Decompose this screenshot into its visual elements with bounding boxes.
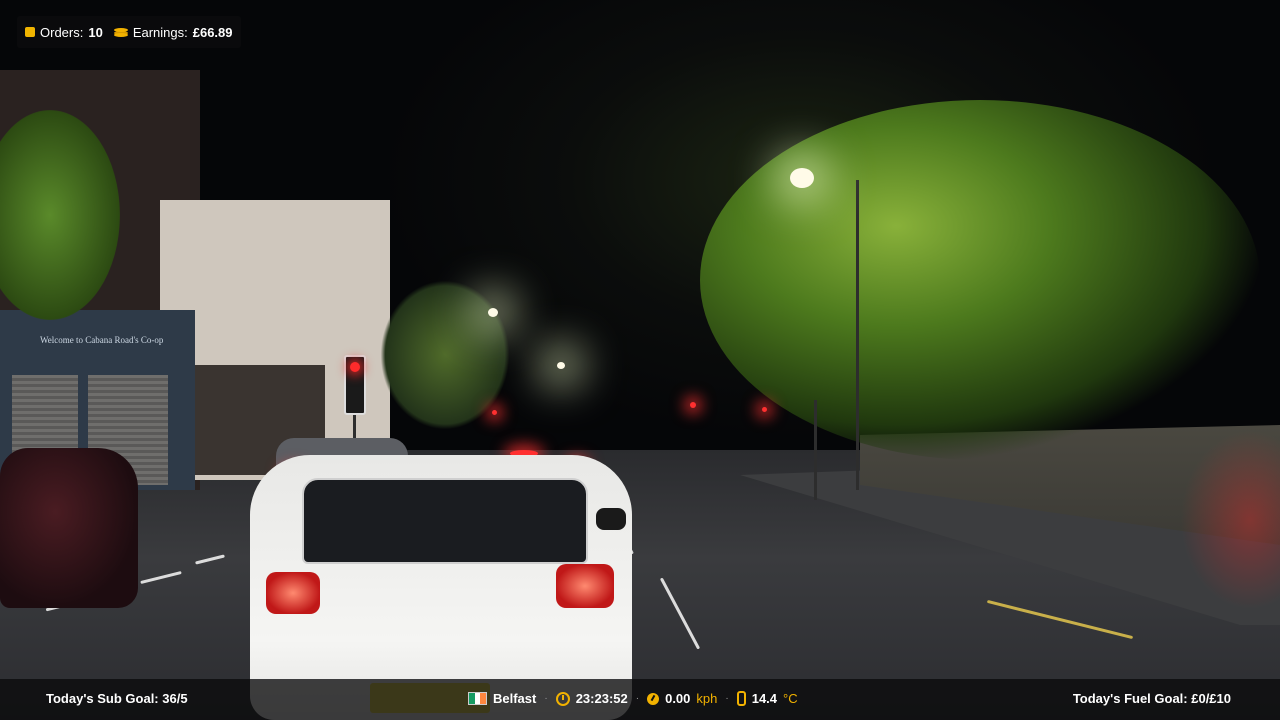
coins-icon [113, 26, 128, 38]
fuel-goal: Today's Fuel Goal: £0/£10 [1072, 691, 1231, 706]
speed-unit: kph [696, 691, 718, 706]
earnings-value: £66.89 [192, 24, 233, 40]
location: Belfast [493, 691, 537, 706]
street-lamp [488, 308, 498, 317]
sub-goal: Today's Sub Goal: 36/5 [46, 691, 188, 706]
temperature-unit: °C [783, 691, 798, 706]
clock-icon [555, 691, 570, 706]
speedometer-icon [647, 692, 660, 705]
ireland-flag-icon [468, 692, 487, 705]
traffic-light-red [762, 407, 767, 412]
orders-earnings-overlay: Orders: 10 Earnings: £66.89 [17, 16, 241, 48]
earnings-label: Earnings: [132, 24, 188, 40]
street-lamp [557, 362, 565, 369]
lamp-post [856, 180, 859, 490]
parked-car [0, 448, 138, 608]
box-icon [25, 27, 35, 37]
tree [380, 280, 510, 430]
time: 23:23:52 [575, 691, 628, 706]
temperature-value: 14.4 [751, 691, 778, 706]
car-rear-window [302, 478, 588, 564]
dashcam-video-frame: Welcome to Cabana Road's Co-op [0, 0, 1280, 720]
orders-value: 10 [88, 24, 103, 40]
thermometer-icon [736, 691, 746, 706]
tail-light [266, 572, 320, 614]
shop-sign: Welcome to Cabana Road's Co-op [40, 335, 164, 345]
traffic-light-red [690, 402, 696, 408]
tail-light [556, 564, 614, 608]
traffic-light-red [492, 410, 497, 415]
street-lamp [790, 168, 814, 188]
traffic-light-pole [814, 400, 817, 500]
status-bar: Today's Sub Goal: 36/5 Belfast · 23:23:5… [0, 679, 1280, 720]
separator: · [635, 693, 640, 704]
traffic-light [344, 355, 366, 415]
speed-value: 0.00 [665, 691, 691, 706]
orders-label: Orders: [40, 24, 84, 40]
separator: · [544, 693, 548, 704]
car-side-mirror [596, 508, 626, 530]
separator: · [725, 693, 729, 704]
tree [700, 100, 1260, 460]
trip-info: Belfast · 23:23:52 · 0.00 kph · 14.4 °C [468, 691, 798, 706]
lens-flare [1180, 430, 1280, 610]
